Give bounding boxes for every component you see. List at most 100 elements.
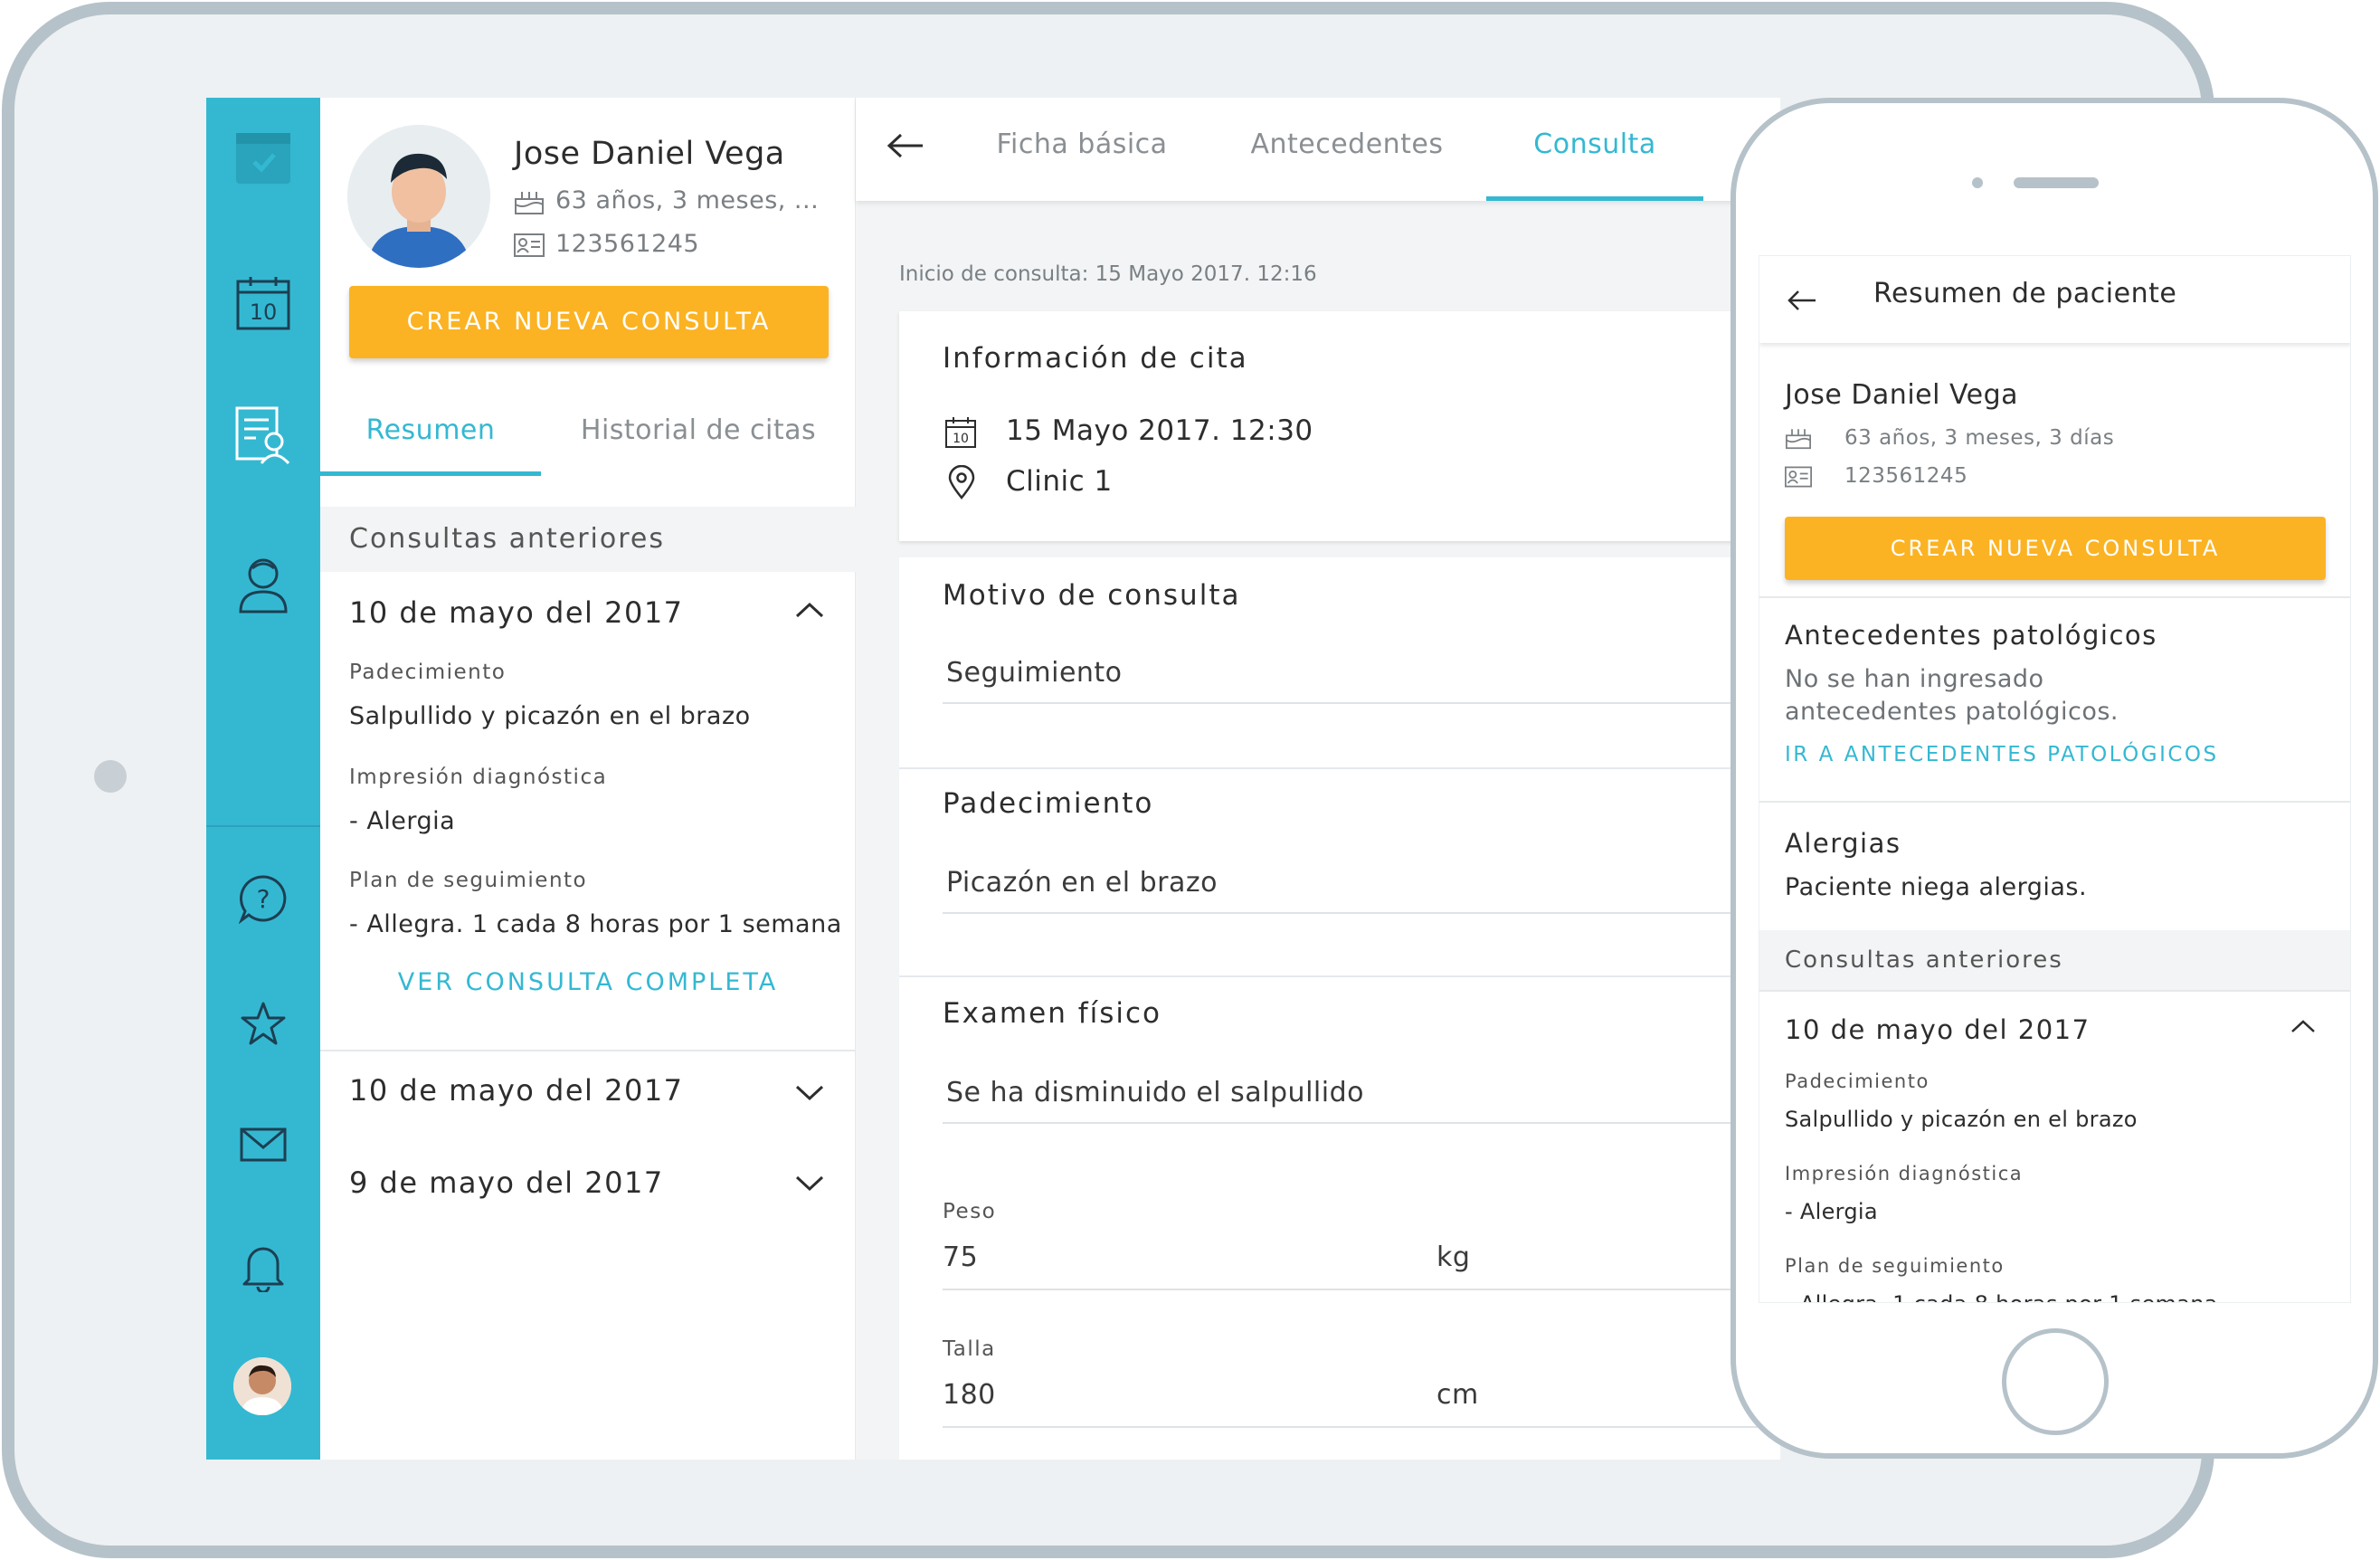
consult-date-collapsed[interactable]: 9 de mayo del 2017 bbox=[349, 1165, 664, 1200]
phone-patient-id: 123561245 bbox=[1844, 464, 1968, 488]
impresion-value: - Alergia bbox=[349, 807, 456, 835]
peso-unit: kg bbox=[1437, 1241, 1471, 1273]
antecedentes-link[interactable]: IR A ANTECEDENTES PATOLÓGICOS bbox=[1785, 743, 2219, 766]
padecimiento-label: Padecimiento bbox=[349, 661, 507, 684]
consult-tabs-bar: Ficha básica Antecedentes Consulta bbox=[856, 98, 1780, 201]
consult-date[interactable]: 10 de mayo del 2017 bbox=[349, 595, 684, 630]
padecimiento-title: Padecimiento bbox=[943, 787, 1154, 820]
help-icon[interactable]: ? bbox=[228, 863, 299, 934]
calendar-day: 10 bbox=[250, 300, 278, 325]
divider bbox=[320, 1050, 856, 1051]
star-icon[interactable] bbox=[228, 988, 299, 1059]
underline bbox=[943, 1426, 1780, 1428]
phone-section-consultas: Consultas anteriores bbox=[1759, 930, 2350, 990]
impresion-label: Impresión diagnóstica bbox=[349, 766, 608, 789]
location-pin-icon bbox=[948, 464, 975, 503]
chevron-up-icon[interactable] bbox=[794, 601, 825, 623]
examen-title: Examen físico bbox=[943, 997, 1162, 1030]
antecedentes-text: No se han ingresado antecedentes patológ… bbox=[1785, 665, 2119, 726]
patient-id: 123561245 bbox=[555, 230, 700, 258]
svg-text:10: 10 bbox=[953, 432, 969, 446]
patient-summary-panel: Jose Daniel Vega 63 años, 3 meses, ... 1… bbox=[320, 98, 856, 1460]
underline bbox=[943, 912, 1780, 914]
motivo-input[interactable]: Seguimiento bbox=[946, 657, 1123, 689]
phone-impresion-value: - Alergia bbox=[1785, 1199, 1878, 1224]
tasks-icon[interactable] bbox=[228, 123, 299, 194]
tab-historial[interactable]: Historial de citas bbox=[541, 404, 856, 476]
patient-age: 63 años, 3 meses, ... bbox=[555, 186, 820, 214]
bell-icon[interactable] bbox=[228, 1232, 299, 1303]
phone-header: Resumen de paciente bbox=[1759, 256, 2350, 343]
tab-antecedentes[interactable]: Antecedentes bbox=[1225, 125, 1469, 201]
underline bbox=[943, 702, 1780, 704]
phone-plan-value: - Allegra. 1 cada 8 horas por 1 semana bbox=[1785, 1291, 2218, 1302]
consult-start-text: Inicio de consulta: 15 Mayo 2017. 12:16 bbox=[899, 262, 1317, 286]
section-consultas-anteriores: Consultas anteriores bbox=[320, 507, 856, 572]
examen-input[interactable]: Se ha disminuido el salpullido bbox=[946, 1077, 1364, 1108]
sidebar: 10 ? bbox=[206, 98, 320, 1460]
motivo-title: Motivo de consulta bbox=[943, 579, 1241, 612]
talla-label: Talla bbox=[943, 1337, 996, 1361]
tab-consulta[interactable]: Consulta bbox=[1486, 125, 1703, 201]
phone-speaker bbox=[2014, 177, 2099, 188]
phone-home-button bbox=[2002, 1328, 2109, 1435]
divider bbox=[899, 975, 1780, 977]
talla-unit: cm bbox=[1437, 1379, 1479, 1411]
phone-screen: Resumen de paciente Jose Daniel Vega 63 … bbox=[1759, 255, 2351, 1303]
calendar-icon[interactable]: 10 bbox=[228, 268, 299, 338]
patient-avatar bbox=[347, 125, 490, 268]
phone-camera bbox=[1972, 177, 1983, 188]
underline bbox=[943, 1122, 1780, 1124]
divider bbox=[1759, 596, 2350, 598]
peso-label: Peso bbox=[943, 1200, 997, 1223]
antecedentes-title: Antecedentes patológicos bbox=[1785, 620, 2157, 651]
plan-value: - Allegra. 1 cada 8 horas por 1 semana bbox=[349, 910, 842, 938]
back-arrow-icon[interactable] bbox=[887, 132, 925, 163]
phone-header-title: Resumen de paciente bbox=[1873, 278, 2177, 309]
consult-date-collapsed[interactable]: 10 de mayo del 2017 bbox=[349, 1073, 684, 1108]
plan-label: Plan de seguimiento bbox=[349, 869, 588, 892]
divider bbox=[899, 767, 1780, 769]
consult-main: Ficha básica Antecedentes Consulta Inici… bbox=[856, 98, 1780, 1460]
birthday-cake-icon bbox=[1785, 424, 1812, 453]
alergias-text: Paciente niega alergias. bbox=[1785, 873, 2088, 901]
patient-name: Jose Daniel Vega bbox=[514, 136, 785, 172]
view-full-consult-link[interactable]: VER CONSULTA COMPLETA bbox=[320, 968, 856, 996]
alergias-title: Alergias bbox=[1785, 828, 1901, 859]
tab-resumen[interactable]: Resumen bbox=[320, 404, 541, 476]
sidebar-divider bbox=[206, 825, 320, 827]
phone-consult-date[interactable]: 10 de mayo del 2017 bbox=[1785, 1014, 2091, 1045]
chevron-down-icon[interactable] bbox=[794, 1084, 825, 1106]
mail-icon[interactable] bbox=[228, 1109, 299, 1180]
underline bbox=[943, 1289, 1780, 1290]
cita-datetime: 15 Mayo 2017. 12:30 bbox=[1006, 414, 1313, 447]
padecimiento-value: Salpullido y picazón en el brazo bbox=[349, 702, 751, 730]
chevron-up-icon[interactable] bbox=[2290, 1018, 2317, 1038]
cita-title: Información de cita bbox=[943, 342, 1248, 375]
divider bbox=[1759, 801, 2350, 803]
phone-plan-label: Plan de seguimiento bbox=[1785, 1255, 2005, 1277]
id-card-icon bbox=[514, 233, 545, 261]
tablet-screen: 10 ? Jose Daniel Vega 63 años, 3 meses, … bbox=[206, 98, 1780, 1460]
tablet-home-button bbox=[94, 760, 127, 793]
chevron-down-icon[interactable] bbox=[794, 1175, 825, 1196]
user-avatar[interactable] bbox=[233, 1357, 291, 1415]
birthday-cake-icon bbox=[514, 186, 545, 219]
phone-impresion-label: Impresión diagnóstica bbox=[1785, 1163, 2024, 1184]
tab-ficha-basica[interactable]: Ficha básica bbox=[973, 125, 1190, 201]
phone-patient-name: Jose Daniel Vega bbox=[1785, 379, 2019, 411]
phone-create-consult-button[interactable]: CREAR NUEVA CONSULTA bbox=[1785, 517, 2326, 580]
svg-text:?: ? bbox=[257, 884, 270, 914]
peso-input[interactable]: 75 bbox=[943, 1241, 978, 1273]
create-consult-button[interactable]: CREAR NUEVA CONSULTA bbox=[349, 286, 829, 358]
padecimiento-input[interactable]: Picazón en el brazo bbox=[946, 867, 1218, 899]
patient-record-icon[interactable] bbox=[228, 401, 299, 471]
talla-input[interactable]: 180 bbox=[943, 1379, 996, 1411]
phone-patient-age: 63 años, 3 meses, 3 días bbox=[1844, 426, 2115, 450]
id-card-icon bbox=[1785, 466, 1812, 491]
calendar-icon: 10 bbox=[944, 416, 977, 452]
consult-form-card: Motivo de consulta Seguimiento Padecimie… bbox=[899, 557, 1780, 1460]
doctor-icon[interactable] bbox=[228, 550, 299, 621]
cita-location: Clinic 1 bbox=[1006, 465, 1113, 498]
back-arrow-icon[interactable] bbox=[1787, 289, 1817, 316]
